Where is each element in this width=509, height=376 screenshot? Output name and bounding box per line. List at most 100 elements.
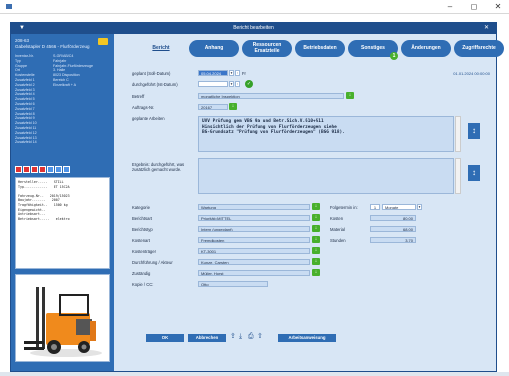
- kostenart-input[interactable]: Fremdkosten: [198, 237, 310, 243]
- betreff-label: Betreff: [132, 94, 145, 99]
- chevron-down-icon[interactable]: ▾: [417, 204, 422, 210]
- material-input[interactable]: 68,00: [370, 226, 416, 232]
- geplant-date-input[interactable]: 05.04.2024: [198, 70, 228, 76]
- object-header: 208-63 Gabelstapler D 4566 - Flurförderz…: [15, 38, 90, 50]
- tab-aenderungen[interactable]: Änderungen: [401, 40, 451, 57]
- scrollbar[interactable]: [455, 116, 461, 152]
- object-action-icons: [15, 166, 70, 173]
- kostentraeger-input[interactable]: KT-3001: [198, 248, 310, 254]
- kostentraeger-label: Kostenträger: [132, 249, 156, 254]
- folder-icon[interactable]: [98, 38, 108, 45]
- auftrags-select-button[interactable]: ↓: [229, 103, 237, 110]
- auftrags-input[interactable]: 20167: [198, 104, 228, 110]
- tab-betriebsdaten[interactable]: Betriebsdaten: [295, 40, 345, 57]
- folgetermin-unit-value: Monate: [385, 205, 399, 210]
- berichtsart-label: Berichtsart: [132, 216, 153, 221]
- kopie-label: Kopie / CC:: [132, 282, 154, 287]
- berichtstyp-input[interactable]: Intern (ungeplant): [198, 226, 310, 232]
- abbrechen-button[interactable]: Abbrechen: [188, 334, 226, 342]
- arbeitsanweisung-button[interactable]: Arbeitsanweisung: [278, 334, 336, 342]
- object-details-text: Hersteller..... STILL Typ............ ET…: [15, 177, 110, 269]
- calendar-icon[interactable]: [39, 166, 46, 173]
- kategorie-input[interactable]: Wartung: [198, 204, 310, 210]
- app-icon: [6, 4, 12, 9]
- notification-badge: 1: [390, 52, 398, 60]
- kategorie-select-button[interactable]: ↓: [312, 203, 320, 210]
- share-icon[interactable]: ⇧: [257, 333, 263, 341]
- taskbar: [0, 372, 509, 376]
- stunden-label: Stunden: [330, 238, 346, 243]
- kostentraeger-select-button[interactable]: ↓: [312, 247, 320, 254]
- geplante-arbeiten-label: geplante Arbeiten: [132, 116, 165, 121]
- ok-button[interactable]: OK: [146, 334, 184, 342]
- durchfuehrung-select-button[interactable]: ↓: [312, 258, 320, 265]
- material-label: Material: [330, 227, 345, 232]
- berichtsart-input[interactable]: Priorität=MITTEL: [198, 215, 310, 221]
- folgetermin-unit-select[interactable]: Monate: [382, 204, 416, 210]
- document-icon[interactable]: [55, 166, 62, 173]
- tab-anhang[interactable]: Anhang: [189, 40, 239, 57]
- forklift-image: [15, 274, 110, 362]
- kosten-input[interactable]: 80,00: [370, 215, 416, 221]
- durchfuehrung-label: Durchführung / Akteur: [132, 260, 173, 265]
- kostenart-select-button[interactable]: ↓: [312, 236, 320, 243]
- zustaendig-label: Zuständig: [132, 271, 151, 276]
- kostenart-label: Kostenart: [132, 238, 150, 243]
- close-button[interactable]: ✕: [491, 2, 505, 12]
- durchgefuehrt-date-input[interactable]: [198, 81, 228, 87]
- geplant-dropdown[interactable]: ▾: [229, 70, 234, 76]
- betreff-input[interactable]: monatliche Inspektion: [198, 93, 344, 99]
- kosten-label: Kosten: [330, 216, 344, 221]
- report-form: Bericht Anhang Ressourcen Ersatzteile Be…: [118, 34, 504, 371]
- tab-ressourcen-ersatzteile[interactable]: Ressourcen Ersatzteile: [242, 40, 292, 57]
- check-icon[interactable]: ✓: [245, 80, 253, 88]
- chevron-down-icon[interactable]: ▼: [19, 23, 25, 34]
- tab-sonstiges[interactable]: Sonstiges 1: [348, 40, 398, 60]
- kopie-input[interactable]: Otto: [198, 281, 268, 287]
- folgetermin-label: Folgetermin in:: [330, 205, 358, 210]
- maximize-button[interactable]: ◻: [467, 2, 481, 12]
- minimize-button[interactable]: –: [443, 2, 457, 12]
- info-icon[interactable]: [63, 166, 70, 173]
- ergebnis-textarea[interactable]: [198, 158, 454, 194]
- kategorie-label: Kategorie: [132, 205, 150, 210]
- object-info-panel: 208-63 Gabelstapler D 4566 - Flurförderz…: [11, 34, 114, 371]
- expand-icon[interactable]: ↕: [468, 123, 480, 139]
- property-row: Zusatzfeld 14: [15, 140, 111, 145]
- folgetermin-input[interactable]: 1: [370, 204, 380, 210]
- document-icon[interactable]: [47, 166, 54, 173]
- calendar-icon[interactable]: [15, 166, 22, 173]
- weekday-label: Fr: [242, 71, 246, 76]
- zustaendig-input[interactable]: Müller, Horst: [198, 270, 310, 276]
- durchgefuehrt-label: durchgeführt (Ist-Datum): [132, 82, 178, 87]
- dialog-title: Bericht bearbeiten: [11, 23, 496, 34]
- os-titlebar: – ◻ ✕: [0, 0, 509, 14]
- dialog-close-button[interactable]: ✕: [484, 23, 489, 34]
- stunden-input[interactable]: 3,70: [370, 237, 416, 243]
- tab-zugriffsrechte[interactable]: Zugriffsrechte: [454, 40, 504, 57]
- created-date: 01.01.2024 00:00:00: [453, 71, 490, 76]
- berichtstyp-select-button[interactable]: ↓: [312, 225, 320, 232]
- property-key: Zusatzfeld 14: [15, 140, 37, 145]
- upload-icon[interactable]: ⇪: [230, 333, 236, 341]
- scrollbar[interactable]: [455, 158, 461, 194]
- calendar-icon[interactable]: [23, 166, 30, 173]
- calendar-icon[interactable]: [31, 166, 38, 173]
- auftrags-label: Auftrags-Nr.: [132, 105, 155, 110]
- calendar-icon[interactable]: ▫: [235, 70, 240, 76]
- tab-bar: Bericht Anhang Ressourcen Ersatzteile Be…: [136, 40, 504, 60]
- report-dialog: Bericht bearbeiten ▼ ✕ 208-63 Gabelstapl…: [10, 22, 504, 372]
- os-window-controls: – ◻ ✕: [443, 2, 505, 12]
- calendar-icon[interactable]: ▫: [235, 81, 240, 87]
- geplante-arbeiten-textarea[interactable]: UVV Prüfung gem VBG 9a und Betr.Sich.V.§…: [198, 116, 454, 152]
- betreff-select-button[interactable]: ↓: [346, 92, 354, 99]
- pdf-icon[interactable]: ⎙: [248, 333, 254, 341]
- zustaendig-select-button[interactable]: ↓: [312, 269, 320, 276]
- download-icon[interactable]: ⤓: [239, 333, 242, 341]
- durchgefuehrt-dropdown[interactable]: ▾: [229, 81, 234, 87]
- berichtsart-select-button[interactable]: ↓: [312, 214, 320, 221]
- tab-bericht[interactable]: Bericht: [136, 40, 186, 57]
- durchfuehrung-input[interactable]: Kunze, Carsten: [198, 259, 310, 265]
- expand-icon[interactable]: ↕: [468, 165, 480, 181]
- berichtstyp-label: Berichtstyp: [132, 227, 153, 232]
